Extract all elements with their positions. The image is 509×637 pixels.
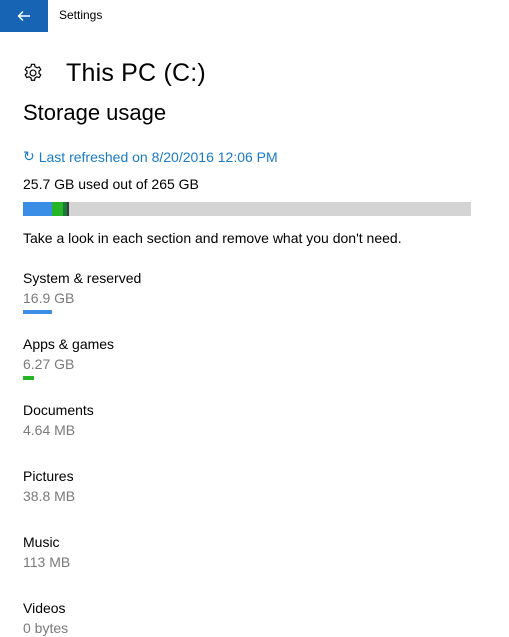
category-size: 6.27 GB: [23, 356, 75, 372]
category-size: 4.64 MB: [23, 422, 76, 438]
category-system-reserved[interactable]: System & reserved 16.9 GB: [23, 269, 483, 314]
page-header: This PC (C:): [20, 55, 206, 91]
category-videos[interactable]: Videos 0 bytes: [23, 599, 483, 637]
app-title: Settings: [59, 8, 103, 22]
title-bar: Settings: [0, 0, 509, 32]
category-name: Pictures: [23, 468, 74, 484]
category-documents[interactable]: Documents 4.64 MB: [23, 401, 483, 439]
category-name: Apps & games: [23, 336, 115, 352]
refresh-link[interactable]: ↻ Last refreshed on 8/20/2016 12:06 PM: [23, 148, 278, 165]
back-button[interactable]: [0, 0, 48, 32]
category-pictures[interactable]: Pictures 38.8 MB: [23, 467, 483, 505]
refresh-label: Last refreshed on 8/20/2016 12:06 PM: [38, 148, 278, 165]
category-size: 16.9 GB: [23, 290, 75, 306]
category-name: Documents: [23, 402, 94, 418]
refresh-icon: ↻: [23, 148, 35, 164]
usage-bar-apps-segment: [52, 202, 63, 216]
category-name: System & reserved: [23, 270, 142, 286]
section-title: Storage usage: [23, 100, 167, 125]
hint-text: Take a look in each section and remove w…: [23, 230, 402, 246]
category-size: 0 bytes: [23, 620, 69, 636]
back-arrow-icon: [17, 10, 31, 22]
category-music[interactable]: Music 113 MB: [23, 533, 483, 571]
category-bar: [23, 310, 52, 314]
category-bar: [23, 376, 34, 380]
category-name: Music: [23, 534, 60, 550]
gear-icon: [20, 60, 46, 86]
category-size: 38.8 MB: [23, 488, 76, 504]
used-summary: 25.7 GB used out of 265 GB: [23, 176, 199, 192]
storage-usage-bar: [23, 202, 471, 216]
category-apps-games[interactable]: Apps & games 6.27 GB: [23, 335, 483, 380]
usage-bar-system-segment: [23, 202, 52, 216]
category-name: Videos: [23, 600, 66, 616]
category-size: 113 MB: [23, 554, 71, 570]
page-title: This PC (C:): [66, 58, 206, 87]
usage-bar-misc-segment: [67, 202, 69, 216]
